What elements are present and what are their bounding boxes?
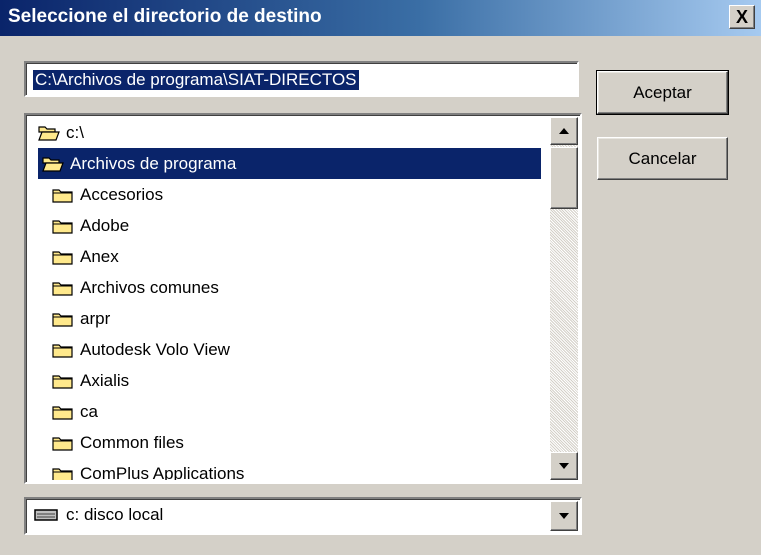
destination-path-input[interactable]: C:\Archivos de programa\SIAT-DIRECTOS xyxy=(24,61,579,97)
tree-item[interactable]: Archivos comunes xyxy=(52,272,219,303)
tree-item[interactable]: ca xyxy=(52,396,98,427)
title-bar[interactable]: Seleccione el directorio de destino X xyxy=(0,0,761,36)
tree-item[interactable]: Anex xyxy=(52,241,119,272)
tree-item-label: Archivos comunes xyxy=(80,278,219,297)
folder-icon xyxy=(52,281,73,296)
drive-select-value: c: disco local xyxy=(66,505,164,524)
tree-item[interactable]: Common files xyxy=(52,427,184,458)
drive-select-value-wrap: c: disco local xyxy=(34,505,163,525)
tree-item-label: Archivos de programa xyxy=(70,154,237,173)
open-folder-icon xyxy=(38,125,60,141)
tree-item[interactable]: arpr xyxy=(52,303,110,334)
tree-item-label: ca xyxy=(80,402,98,421)
chevron-down-icon xyxy=(559,513,569,519)
folder-icon xyxy=(52,219,73,234)
tree-item-label: Accesorios xyxy=(80,185,164,204)
folder-icon xyxy=(52,250,73,265)
close-icon: X xyxy=(735,7,748,27)
tree-item[interactable]: Adobe xyxy=(52,210,129,241)
directory-list: c:\ Archivos de programa Accesorios Adobe An… xyxy=(28,117,548,480)
tree-item[interactable]: c:\ xyxy=(38,117,84,148)
tree-item[interactable]: ComPlus Applications xyxy=(52,458,244,480)
tree-item-label: arpr xyxy=(80,309,111,328)
folder-icon xyxy=(52,343,73,358)
close-button[interactable]: X xyxy=(729,5,755,29)
tree-item-label: Axialis xyxy=(80,371,130,390)
tree-item-label: Adobe xyxy=(80,216,130,235)
tree-item-label: c:\ xyxy=(66,123,84,142)
hard-drive-icon xyxy=(34,509,58,521)
folder-icon xyxy=(52,405,73,420)
tree-item-label: Common files xyxy=(80,433,184,452)
directory-tree[interactable]: c:\ Archivos de programa Accesorios Adobe An… xyxy=(24,113,582,484)
folder-icon xyxy=(52,188,73,203)
accept-button[interactable]: Aceptar xyxy=(596,70,729,115)
folder-icon xyxy=(52,312,73,327)
accept-button-label: Aceptar xyxy=(633,82,692,102)
cancel-button[interactable]: Cancelar xyxy=(597,137,728,180)
scroll-thumb[interactable] xyxy=(550,147,578,209)
folder-icon xyxy=(52,374,73,389)
tree-item[interactable]: Autodesk Volo View xyxy=(52,334,230,365)
tree-item-label: ComPlus Applications xyxy=(80,464,245,480)
tree-item-label: Autodesk Volo View xyxy=(80,340,230,359)
tree-item[interactable]: Accesorios xyxy=(52,179,163,210)
drive-select[interactable]: c: disco local xyxy=(24,497,582,535)
tree-item-label: Anex xyxy=(80,247,119,266)
arrow-up-icon xyxy=(559,128,569,134)
scroll-down-button[interactable] xyxy=(550,452,578,480)
cancel-button-label: Cancelar xyxy=(628,148,697,168)
scroll-up-button[interactable] xyxy=(550,117,578,145)
vertical-scrollbar[interactable] xyxy=(550,117,578,480)
folder-icon xyxy=(52,436,73,451)
arrow-down-icon xyxy=(559,463,569,469)
open-folder-icon xyxy=(42,156,64,172)
destination-path-value: C:\Archivos de programa\SIAT-DIRECTOS xyxy=(33,70,359,90)
tree-item[interactable]: Axialis xyxy=(52,365,129,396)
drive-dropdown-button[interactable] xyxy=(550,501,578,531)
folder-icon xyxy=(52,467,73,480)
tree-item[interactable]: Archivos de programa xyxy=(38,148,541,179)
dialog-title: Seleccione el directorio de destino xyxy=(8,6,322,27)
